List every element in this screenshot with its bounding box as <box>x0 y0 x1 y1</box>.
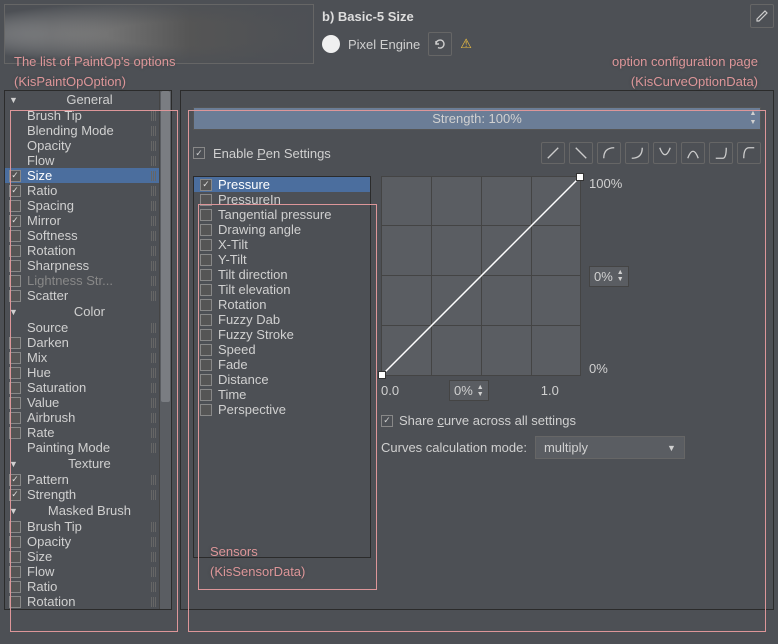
refresh-icon <box>433 37 447 51</box>
annotation-box-left <box>10 110 178 632</box>
annotation-box-sensors <box>198 204 377 590</box>
annotation-right: option configuration page(KisCurveOption… <box>612 52 758 91</box>
pencil-icon <box>755 9 769 23</box>
annotation-sensors: Sensors (KisSensorData) <box>210 542 305 581</box>
category-header[interactable]: ▼General <box>5 91 159 108</box>
warning-icon: ⚠ <box>460 36 472 52</box>
refresh-button[interactable] <box>428 32 452 56</box>
brush-title: b) Basic-5 Size <box>322 9 742 24</box>
annotation-left: The list of PaintOp's options (KisPaintO… <box>14 52 175 91</box>
engine-dot <box>322 35 340 53</box>
engine-label: Pixel Engine <box>348 37 420 52</box>
edit-button[interactable] <box>750 4 774 28</box>
